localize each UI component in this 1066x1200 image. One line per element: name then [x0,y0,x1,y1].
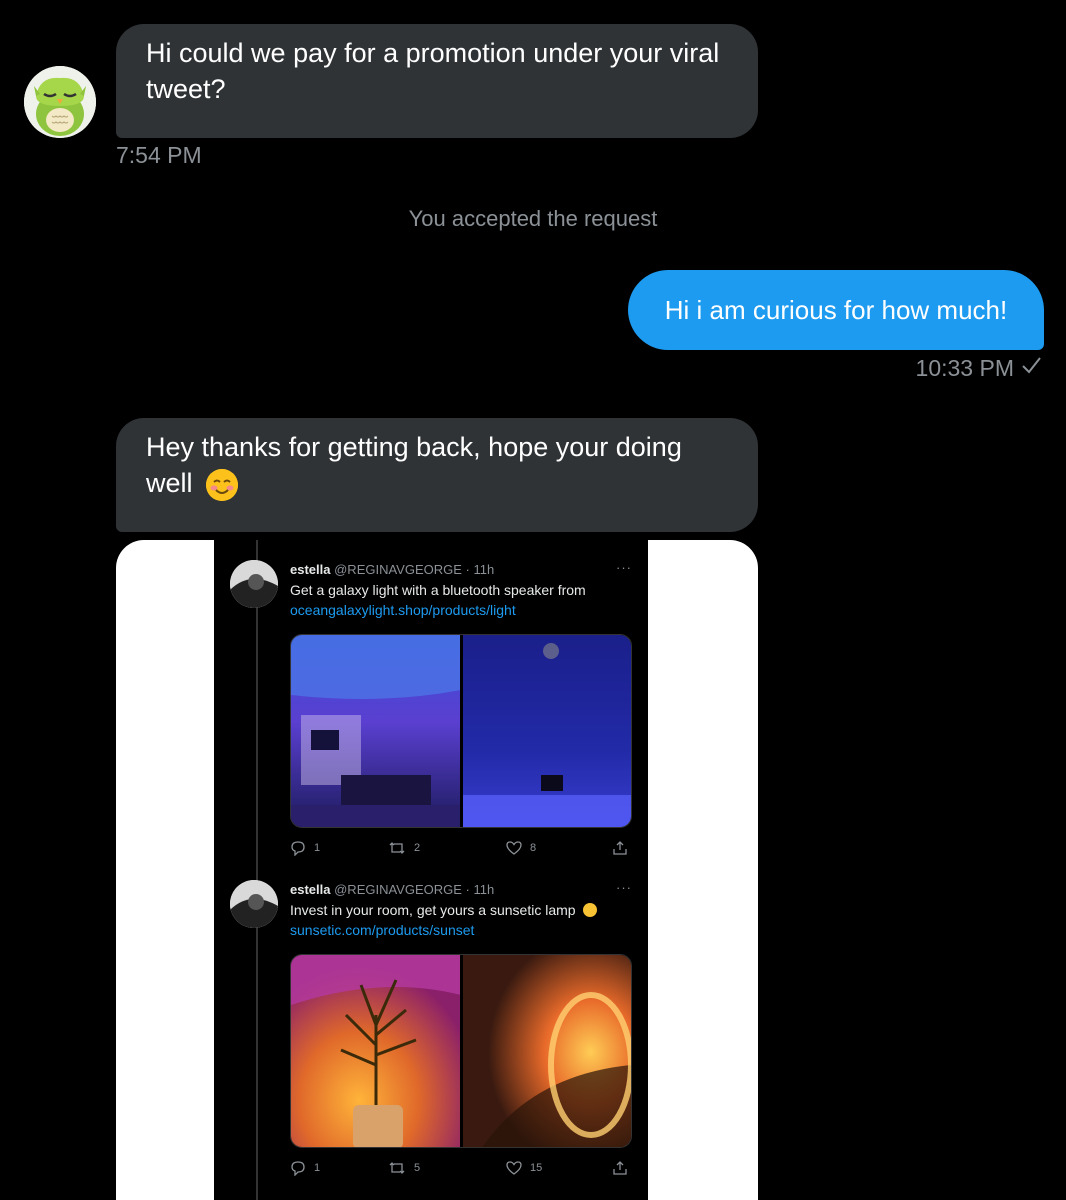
retweet-action: 5 [388,1160,420,1176]
like-icon [506,1161,522,1175]
incoming-message-bubble[interactable]: Hi could we pay for a promotion under yo… [116,24,758,138]
tweet-header: estella @REGINAVGEORGE · 11h [290,562,494,577]
tweet-text: Invest in your room, get yours a sunseti… [290,902,598,918]
share-icon [612,840,628,856]
reply-action: 1 [290,1160,320,1176]
like-icon [506,841,522,855]
sun-emoji-icon [583,903,598,917]
thread-line [256,540,258,1200]
tweet-text-content: Invest in your room, get yours a sunseti… [290,902,576,918]
retweet-count: 5 [414,1162,421,1174]
tweet-handle: @REGINAVGEORGE · 11h [334,562,495,577]
tweet-author: estella [290,882,331,897]
message-text: Hi i am curious for how much! [664,295,1008,325]
image-attachment[interactable]: estella @REGINAVGEORGE · 11h ··· Get a g… [116,540,758,1200]
reply-icon [291,1161,305,1176]
outgoing-message-status: 10:33 PM [916,354,1042,382]
incoming-message-bubble[interactable]: Hey thanks for getting back, hope your d… [116,418,758,532]
reply-action: 1 [290,840,320,856]
share-icon [612,1160,628,1176]
like-action: 15 [506,1160,542,1176]
like-action: 8 [506,840,536,856]
retweet-count: 2 [414,842,421,854]
tweet-link: oceangalaxylight.shop/products/light [290,602,516,618]
reply-count: 1 [314,842,321,854]
tweet-text: Get a galaxy light with a bluetooth spea… [290,582,586,598]
request-accepted-note: You accepted the request [408,206,658,231]
tweet-media [290,634,632,828]
tweet-actions: 1 2 8 [290,840,632,860]
tweet-avatar [230,880,278,928]
smiling-face-emoji-icon [206,468,239,501]
check-icon [1020,354,1042,382]
tweet-actions: 1 5 15 [290,1160,632,1180]
tweet-header: estella @REGINAVGEORGE · 11h [290,882,494,897]
tweet-screenshot: estella @REGINAVGEORGE · 11h ··· Get a g… [214,540,648,1200]
more-icon: ··· [616,560,632,575]
message-text: Hi could we pay for a promotion under yo… [146,38,720,104]
retweet-action: 2 [388,840,420,856]
tweet-author: estella [290,562,331,577]
reply-icon [291,841,305,856]
tweet-avatar [230,560,278,608]
retweet-icon [389,1162,405,1174]
message-timestamp: 10:33 PM [915,354,1014,381]
message-timestamp: 7:54 PM [116,142,202,168]
more-icon: ··· [616,880,632,895]
retweet-icon [389,842,405,854]
tweet-handle: @REGINAVGEORGE · 11h [334,882,495,897]
like-count: 8 [530,842,537,854]
like-count: 15 [530,1162,543,1174]
tweet-media [290,954,632,1148]
owl-avatar-icon[interactable] [24,66,96,138]
reply-count: 1 [314,1162,321,1174]
tweet-link: sunsetic.com/products/sunset [290,922,475,938]
outgoing-message-bubble[interactable]: Hi i am curious for how much! [628,270,1044,350]
